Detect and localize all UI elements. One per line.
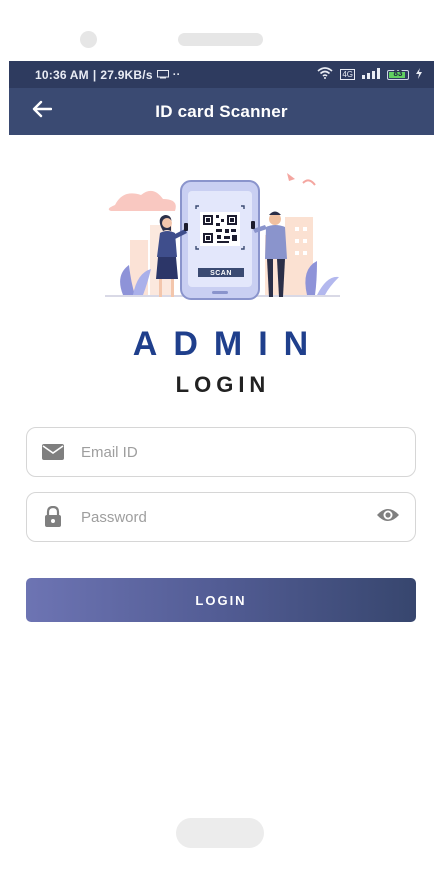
speaker-slot — [178, 33, 263, 46]
signal-icon — [362, 67, 380, 82]
qr-code-shape — [200, 212, 240, 246]
lte-badge: 4G — [340, 69, 355, 80]
status-net-speed: 27.9KB/s — [100, 67, 153, 82]
status-extra: ·· — [172, 68, 181, 81]
cloud-shape — [108, 190, 176, 211]
status-left: 10:36 AM | 27.9KB/s ·· — [35, 68, 180, 82]
email-input[interactable] — [79, 427, 415, 477]
eye-icon — [376, 507, 400, 528]
wifi-icon — [317, 67, 333, 82]
arrow-left-icon — [32, 100, 53, 123]
screen-icon — [156, 68, 169, 82]
status-time: 10:36 AM — [35, 67, 89, 82]
admin-heading: ADMIN — [132, 325, 325, 363]
camera-dot — [80, 31, 97, 48]
status-separator: | — [92, 67, 97, 82]
password-field[interactable] — [26, 492, 416, 542]
battery-icon: 83 — [387, 68, 409, 80]
toggle-password-visibility[interactable] — [375, 505, 401, 529]
home-indicator — [176, 818, 264, 848]
status-bar: 10:36 AM | 27.9KB/s ·· 4G 83 — [9, 61, 434, 88]
charging-icon — [416, 67, 422, 82]
app-bar: ID card Scanner — [9, 88, 434, 135]
email-field[interactable] — [26, 427, 416, 477]
status-right: 4G 83 — [317, 67, 422, 82]
back-button[interactable] — [27, 97, 57, 125]
mail-icon — [41, 440, 65, 464]
scan-label: SCAN — [210, 270, 232, 277]
app-title: ID card Scanner — [155, 101, 288, 121]
battery-level: 83 — [393, 68, 403, 78]
lock-icon — [41, 505, 65, 529]
login-button[interactable]: LOGIN — [26, 578, 416, 622]
id-scanner-illustration: SCAN — [105, 173, 340, 300]
password-input[interactable] — [79, 492, 375, 542]
confetti-shape — [287, 173, 295, 181]
login-heading: LOGIN — [175, 372, 271, 397]
